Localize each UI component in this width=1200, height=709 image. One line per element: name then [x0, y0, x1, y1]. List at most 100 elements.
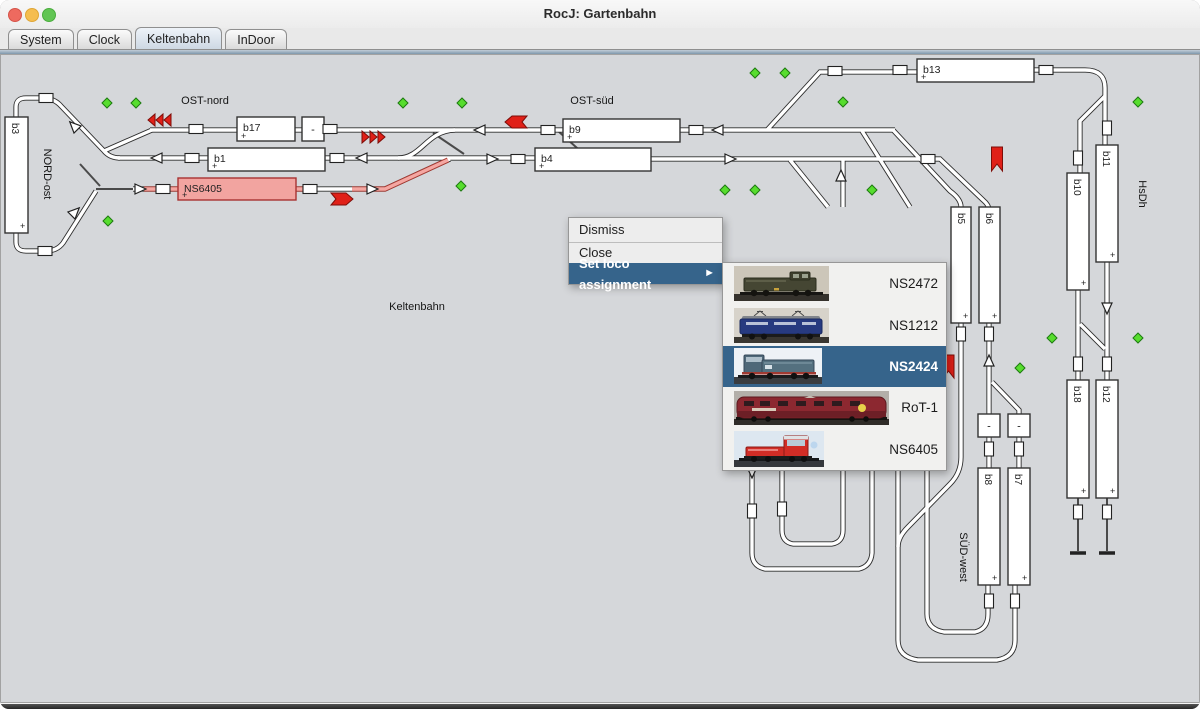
track[interactable] — [398, 130, 455, 158]
feedback-sensor[interactable] — [1074, 357, 1083, 371]
signal[interactable] — [151, 153, 162, 163]
tab-system[interactable]: System — [8, 29, 74, 50]
block-b4[interactable]: b4+ — [535, 148, 651, 171]
block-body[interactable] — [979, 207, 1000, 323]
block-b3[interactable]: b3+ — [5, 117, 28, 233]
signal[interactable] — [725, 154, 736, 164]
feedback-sensor[interactable] — [39, 94, 53, 103]
block-b12[interactable]: b12+ — [1096, 380, 1118, 498]
block-b6[interactable]: b6+ — [979, 207, 1000, 323]
block-b8[interactable]: b8+ — [978, 468, 1000, 585]
sensor-diamond[interactable] — [1015, 363, 1025, 373]
feedback-sensor[interactable] — [1039, 66, 1053, 75]
submenu-arrow-icon: ► — [704, 263, 715, 284]
loco-item-rot-1[interactable]: RoT-1 — [723, 387, 946, 428]
block-b1[interactable]: b1+ — [208, 148, 325, 171]
loco-item-ns6405[interactable]: NS6405 — [723, 429, 946, 470]
block-NS6405[interactable]: NS6405+ — [178, 178, 296, 200]
sensor-diamond[interactable] — [720, 185, 730, 195]
block-body[interactable] — [951, 207, 971, 323]
signal[interactable] — [135, 184, 146, 194]
title-bar[interactable]: RocJ: Gartenbahn — [0, 0, 1200, 29]
feedback-sensor[interactable] — [1103, 505, 1112, 519]
signal[interactable] — [367, 184, 378, 194]
sensor-diamond[interactable] — [1133, 97, 1143, 107]
feedback-sensor[interactable] — [778, 502, 787, 516]
loco-photo-rot-1 — [734, 391, 889, 425]
sensor-diamond[interactable] — [102, 98, 112, 108]
menu-item-dismiss[interactable]: Dismiss — [569, 218, 722, 242]
signal[interactable] — [474, 125, 485, 135]
block-b17[interactable]: b17+ — [237, 117, 295, 141]
block-b18[interactable]: b18+ — [1067, 380, 1089, 498]
sensor-diamond[interactable] — [838, 97, 848, 107]
track-plan-svg[interactable]: b3+b17+-b1+NS6405+b9+b4+b13+b5+b6+b10+b1… — [0, 54, 1200, 703]
loco-item-ns2424[interactable]: NS2424 — [723, 346, 946, 387]
block-m2[interactable]: - — [978, 414, 1000, 437]
sensor-diamond[interactable] — [750, 185, 760, 195]
signal[interactable] — [712, 125, 723, 135]
block-b11[interactable]: b11+ — [1096, 145, 1118, 262]
feedback-sensor[interactable] — [185, 154, 199, 163]
feedback-sensor[interactable] — [1074, 151, 1083, 165]
track[interactable] — [790, 160, 828, 207]
block-b7[interactable]: b7+ — [1008, 468, 1030, 585]
tab-clock[interactable]: Clock — [77, 29, 132, 50]
feedback-sensor[interactable] — [189, 125, 203, 134]
feedback-sensor[interactable] — [985, 327, 994, 341]
feedback-sensor[interactable] — [1103, 357, 1112, 371]
feedback-sensor[interactable] — [893, 66, 907, 75]
block-b13[interactable]: b13+ — [917, 59, 1034, 82]
loco-label: RoT-1 — [889, 400, 946, 415]
feedback-sensor[interactable] — [330, 154, 344, 163]
loco-item-ns1212[interactable]: NS1212 — [723, 304, 946, 345]
feedback-sensor[interactable] — [541, 126, 555, 135]
track[interactable] — [1080, 324, 1105, 349]
signal[interactable] — [356, 153, 367, 163]
feedback-sensor[interactable] — [1011, 594, 1020, 608]
track-plan-canvas[interactable]: b3+b17+-b1+NS6405+b9+b4+b13+b5+b6+b10+b1… — [0, 54, 1200, 703]
sensor-diamond[interactable] — [131, 98, 141, 108]
feedback-sensor[interactable] — [1103, 121, 1112, 135]
feedback-sensor[interactable] — [303, 185, 317, 194]
block-body[interactable] — [1008, 468, 1030, 585]
feedback-sensor[interactable] — [156, 185, 170, 194]
block-b5[interactable]: b5+ — [951, 207, 971, 323]
tab-keltenbahn[interactable]: Keltenbahn — [135, 27, 222, 50]
feedback-sensor[interactable] — [748, 504, 757, 518]
block-b9[interactable]: b9+ — [563, 119, 680, 142]
feedback-sensor[interactable] — [828, 67, 842, 76]
track[interactable] — [650, 159, 989, 210]
sensor-diamond[interactable] — [867, 185, 877, 195]
block-m1[interactable]: - — [302, 117, 324, 141]
block-m3[interactable]: - — [1008, 414, 1030, 437]
route-chevron-left — [164, 114, 171, 126]
sensor-diamond[interactable] — [780, 68, 790, 78]
feedback-sensor[interactable] — [921, 155, 935, 164]
feedback-sensor[interactable] — [689, 126, 703, 135]
menu-item-set-loco-assignment[interactable]: Set loco assignment ► — [569, 263, 722, 284]
sensor-diamond[interactable] — [1047, 333, 1057, 343]
signal[interactable] — [1102, 303, 1112, 314]
signal[interactable] — [984, 355, 994, 366]
block-body[interactable] — [978, 468, 1000, 585]
feedback-sensor[interactable] — [323, 125, 337, 134]
track[interactable] — [104, 130, 152, 151]
feedback-sensor[interactable] — [985, 442, 994, 456]
feedback-sensor[interactable] — [985, 594, 994, 608]
loco-item-ns2472[interactable]: NS2472 — [723, 263, 946, 304]
tab-indoor[interactable]: InDoor — [225, 29, 287, 50]
sensor-diamond[interactable] — [103, 216, 113, 226]
feedback-sensor[interactable] — [511, 155, 525, 164]
block-b10[interactable]: b10+ — [1067, 173, 1089, 290]
feedback-sensor[interactable] — [957, 327, 966, 341]
sensor-diamond[interactable] — [457, 98, 467, 108]
sensor-diamond[interactable] — [1133, 333, 1143, 343]
block-body[interactable] — [5, 117, 28, 233]
sensor-diamond[interactable] — [456, 181, 466, 191]
sensor-diamond[interactable] — [750, 68, 760, 78]
feedback-sensor[interactable] — [1074, 505, 1083, 519]
feedback-sensor[interactable] — [1015, 442, 1024, 456]
sensor-diamond[interactable] — [398, 98, 408, 108]
feedback-sensor[interactable] — [38, 247, 52, 256]
